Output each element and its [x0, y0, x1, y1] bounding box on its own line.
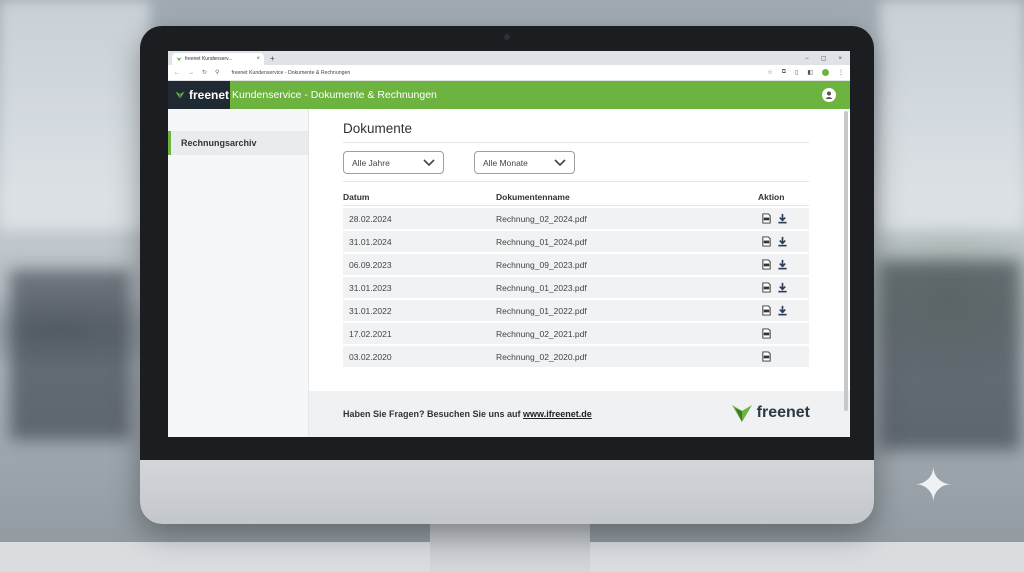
table-row: 06.09.2023 Rechnung_09_2023.pdf: [343, 254, 809, 275]
user-account-icon[interactable]: [822, 88, 836, 102]
footer-brand-name: freenet: [756, 404, 810, 421]
scrollbar[interactable]: [844, 111, 848, 411]
chevron-down-icon: [423, 158, 435, 166]
forward-button[interactable]: →: [188, 70, 194, 76]
table-row: 31.01.2024 Rechnung_01_2024.pdf: [343, 231, 809, 252]
row-document-name[interactable]: Rechnung_01_2024.pdf: [496, 237, 758, 247]
reload-button[interactable]: ↻: [202, 69, 207, 76]
filter-bar: Alle Jahre Alle Monate: [343, 151, 809, 182]
table-row: 03.02.2020 Rechnung_02_2020.pdf: [343, 346, 809, 367]
webcam: [504, 34, 510, 40]
page-title: Dokumente: [343, 121, 809, 143]
row-document-name[interactable]: Rechnung_02_2021.pdf: [496, 329, 758, 339]
row-actions: [758, 351, 809, 362]
pdf-icon[interactable]: [761, 328, 772, 339]
footer-question: Haben Sie Fragen? Besuchen Sie uns auf: [343, 409, 524, 419]
header-action: Aktion: [758, 191, 785, 202]
profile-avatar[interactable]: [822, 69, 829, 76]
url-field[interactable]: freenet Kundenservice - Dokumente & Rech…: [231, 70, 350, 76]
monitor-chin: [140, 460, 874, 524]
close-window-button[interactable]: ×: [838, 53, 842, 65]
pdf-icon[interactable]: [761, 213, 772, 224]
table-row: 17.02.2021 Rechnung_02_2021.pdf: [343, 323, 809, 344]
new-tab-button[interactable]: +: [270, 53, 275, 65]
row-document-name[interactable]: Rechnung_02_2024.pdf: [496, 214, 758, 224]
pdf-icon[interactable]: [761, 282, 772, 293]
row-actions: [758, 259, 809, 270]
row-date: 31.01.2023: [349, 282, 392, 293]
row-date: 31.01.2022: [349, 305, 392, 316]
brand-name: freenet: [189, 88, 230, 102]
row-actions: [758, 213, 809, 224]
row-date: 03.02.2020: [349, 351, 392, 362]
download-icon[interactable]: [777, 259, 788, 270]
tab-title: freenet Kundenserv...: [185, 56, 233, 62]
monitor-stand: [430, 524, 590, 572]
pdf-icon[interactable]: [761, 236, 772, 247]
minimize-button[interactable]: −: [805, 53, 809, 65]
row-document-name[interactable]: Rechnung_01_2022.pdf: [496, 306, 758, 316]
maximize-button[interactable]: ▢: [821, 53, 827, 65]
documents-table: Datum Dokumentenname Aktion 28.02.2024 Re…: [343, 188, 809, 367]
row-document-name[interactable]: Rechnung_02_2020.pdf: [496, 352, 758, 362]
footer-website-link[interactable]: www.ifreenet.de: [523, 409, 592, 419]
table-row: 28.02.2024 Rechnung_02_2024.pdf: [343, 208, 809, 229]
footer-text: Haben Sie Fragen? Besuchen Sie uns auf w…: [343, 409, 592, 419]
pdf-icon[interactable]: [761, 259, 772, 270]
row-date: 31.01.2024: [349, 236, 392, 247]
freenet-leaf-icon: [731, 405, 752, 422]
table-row: 31.01.2022 Rechnung_01_2022.pdf: [343, 300, 809, 321]
row-document-name[interactable]: Rechnung_01_2023.pdf: [496, 283, 758, 293]
row-document-name[interactable]: Rechnung_09_2023.pdf: [496, 260, 758, 270]
header-name: Dokumentenname: [496, 191, 570, 202]
app-header: freenet Kundenservice - Dokumente & Rech…: [168, 81, 850, 109]
bookmark-star-icon[interactable]: ☆: [767, 69, 772, 76]
year-select[interactable]: Alle Jahre: [343, 151, 444, 174]
favicon-icon: [176, 57, 182, 62]
freenet-leaf-icon: [175, 91, 185, 99]
menu-kebab-icon[interactable]: ⋮: [838, 69, 844, 76]
year-select-value: Alle Jahre: [352, 157, 390, 168]
row-date: 28.02.2024: [349, 213, 392, 224]
tab-close-icon[interactable]: ×: [256, 56, 260, 62]
sidepanel-icon[interactable]: ◧: [807, 69, 813, 76]
footer-logo: freenet: [731, 403, 810, 423]
download-icon[interactable]: [777, 282, 788, 293]
brand-logo[interactable]: freenet: [168, 81, 230, 109]
main-content: Dokumente Alle Jahre Alle Monate Datum D…: [309, 109, 850, 437]
pdf-icon[interactable]: [761, 351, 772, 362]
row-actions: [758, 328, 809, 339]
download-icon[interactable]: [777, 213, 788, 224]
chevron-down-icon: [554, 158, 566, 166]
app-title: Kundenservice - Dokumente & Rechnungen: [232, 89, 437, 101]
pdf-icon[interactable]: [761, 305, 772, 316]
row-date: 17.02.2021: [349, 328, 392, 339]
split-view-icon[interactable]: ▯: [795, 69, 798, 76]
table-header: Datum Dokumentenname Aktion: [343, 188, 809, 206]
back-button[interactable]: ←: [174, 70, 180, 76]
screen: freenet Kundenserv... × + − ▢ × ← → ↻ ⚲ …: [168, 51, 850, 437]
row-actions: [758, 282, 809, 293]
sparkle-icon: ✦: [914, 459, 953, 511]
browser-tabbar: freenet Kundenserv... × + − ▢ ×: [168, 51, 850, 65]
sidebar-item-rechnungsarchiv[interactable]: Rechnungsarchiv: [168, 131, 308, 155]
sidebar: Rechnungsarchiv: [168, 109, 309, 437]
table-row: 31.01.2023 Rechnung_01_2023.pdf: [343, 277, 809, 298]
browser-tab[interactable]: freenet Kundenserv... ×: [172, 53, 264, 65]
extensions-icon[interactable]: ⧉: [782, 69, 786, 76]
download-icon[interactable]: [777, 236, 788, 247]
download-icon[interactable]: [777, 305, 788, 316]
month-select-value: Alle Monate: [483, 157, 528, 168]
site-info-icon[interactable]: ⚲: [215, 69, 219, 76]
footer: Haben Sie Fragen? Besuchen Sie uns auf w…: [309, 391, 850, 437]
header-date: Datum: [343, 191, 370, 202]
row-actions: [758, 236, 809, 247]
address-bar: ← → ↻ ⚲ freenet Kundenservice - Dokument…: [168, 65, 850, 81]
row-actions: [758, 305, 809, 316]
month-select[interactable]: Alle Monate: [474, 151, 575, 174]
row-date: 06.09.2023: [349, 259, 392, 270]
